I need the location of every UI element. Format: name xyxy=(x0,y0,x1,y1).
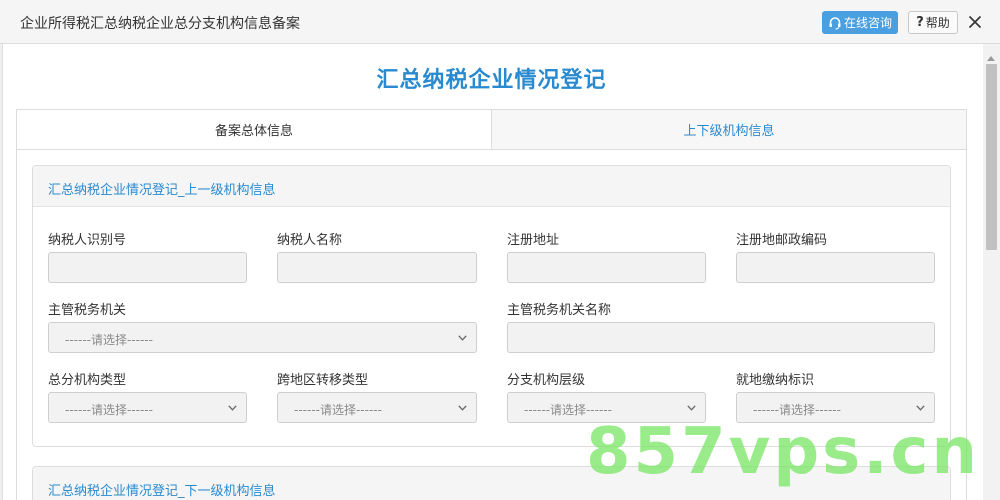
local-pay-flag-label: 就地缴纳标识 xyxy=(736,373,815,388)
select-placeholder: ------请选择------ xyxy=(65,403,153,417)
tax-authority-name-input[interactable] xyxy=(507,322,935,353)
window-titlebar: 企业所得税汇总纳税企业总分支机构信息备案 在线咨询 ? 帮助 xyxy=(0,0,1000,44)
tax-authority-label: 主管税务机关 xyxy=(48,303,127,318)
taxpayer-name-input[interactable] xyxy=(277,252,477,283)
chevron-down-icon xyxy=(916,405,925,411)
scroll-up-icon[interactable] xyxy=(987,56,995,61)
chevron-down-icon xyxy=(228,405,237,411)
watermark-text: 857vps.cn xyxy=(586,415,981,489)
tab-bar: 备案总体信息 上下级机构信息 xyxy=(16,109,967,150)
transfer-type-label: 跨地区转移类型 xyxy=(277,373,369,388)
help-button[interactable]: ? 帮助 xyxy=(908,11,958,34)
close-button[interactable] xyxy=(965,12,985,32)
chevron-down-icon xyxy=(458,405,467,411)
tax-authority-name-label: 主管税务机关名称 xyxy=(507,303,612,318)
headset-icon xyxy=(829,16,841,29)
reg-postcode-input[interactable] xyxy=(736,252,935,283)
online-consult-label: 在线咨询 xyxy=(843,16,892,30)
online-consult-button[interactable]: 在线咨询 xyxy=(822,11,898,34)
panel-title: 汇总纳税企业情况登记_下一级机构信息 xyxy=(48,484,276,499)
window-title: 企业所得税汇总纳税企业总分支机构信息备案 xyxy=(20,16,300,32)
reg-address-label: 注册地址 xyxy=(507,233,560,248)
tab-filing-overview[interactable]: 备案总体信息 xyxy=(17,110,492,149)
tax-authority-select[interactable]: ------请选择------ xyxy=(48,322,477,353)
transfer-type-select[interactable]: ------请选择------ xyxy=(277,392,477,423)
panel-header: 汇总纳税企业情况登记_上一级机构信息 xyxy=(33,166,950,207)
branch-type-label: 总分机构类型 xyxy=(48,373,127,388)
chevron-down-icon xyxy=(687,405,696,411)
panel-title: 汇总纳税企业情况登记_上一级机构信息 xyxy=(48,183,276,198)
question-icon: ? xyxy=(916,15,924,30)
close-icon xyxy=(968,15,982,29)
vertical-scrollbar[interactable] xyxy=(983,44,1000,500)
select-placeholder: ------请选择------ xyxy=(294,403,382,417)
reg-address-input[interactable] xyxy=(507,252,706,283)
help-label: 帮助 xyxy=(925,16,950,30)
tab-org-hierarchy[interactable]: 上下级机构信息 xyxy=(492,110,966,149)
scrollbar-thumb[interactable] xyxy=(986,64,997,250)
select-placeholder: ------请选择------ xyxy=(65,333,153,347)
chevron-down-icon xyxy=(458,335,467,341)
reg-postcode-label: 注册地邮政编码 xyxy=(736,233,828,248)
page-title: 汇总纳税企业情况登记 xyxy=(376,68,607,93)
taxpayer-id-input[interactable] xyxy=(48,252,247,283)
taxpayer-id-label: 纳税人识别号 xyxy=(48,233,127,248)
taxpayer-name-label: 纳税人名称 xyxy=(277,233,343,248)
branch-type-select[interactable]: ------请选择------ xyxy=(48,392,247,423)
window-left-border xyxy=(0,44,3,500)
branch-level-label: 分支机构层级 xyxy=(507,373,586,388)
